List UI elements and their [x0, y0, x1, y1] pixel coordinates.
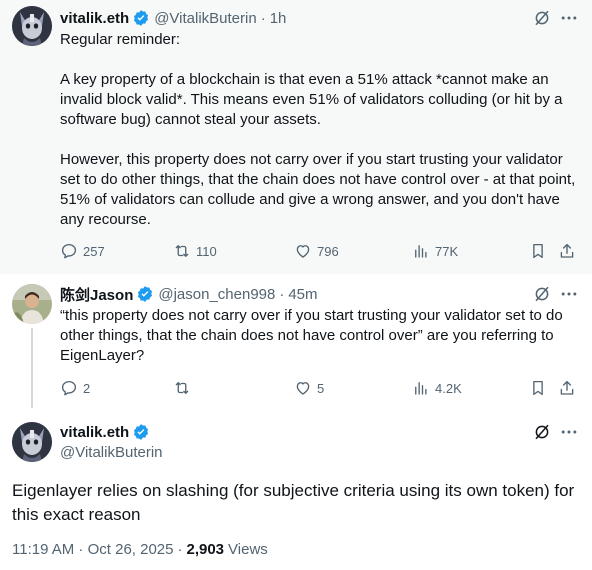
bookmark-icon: [533, 243, 543, 259]
grok-icon[interactable]: [533, 423, 551, 441]
thread-connector-line: [31, 328, 33, 408]
more-options-icon[interactable]: [559, 422, 579, 442]
bookmark-button[interactable]: [529, 378, 547, 398]
repost-button[interactable]: [173, 378, 196, 398]
analytics-icon: [415, 245, 427, 258]
repost-icon: [175, 382, 189, 394]
timestamp[interactable]: 1h: [270, 10, 287, 27]
views-count: 2,903: [186, 541, 225, 558]
share-icon: [560, 380, 574, 395]
avatar-jason[interactable]: [12, 284, 52, 324]
tweet-jason-reply[interactable]: 陈剑Jason @jason_chen998 · 45m “this prope…: [0, 274, 592, 408]
heart-icon: [296, 245, 310, 258]
verified-badge-icon: [132, 423, 150, 441]
tweet-text: “this property does not carry over if yo…: [60, 307, 563, 364]
verified-badge-icon: [136, 285, 154, 303]
tweet-paragraph: However, this property does not carry ov…: [60, 151, 576, 228]
repost-button[interactable]: 110: [173, 241, 217, 261]
reply-count: 2: [83, 380, 91, 396]
tweet-text: Eigenlayer relies on slashing (for subje…: [12, 481, 575, 524]
grok-icon[interactable]: [533, 9, 551, 27]
share-button[interactable]: [558, 241, 576, 261]
like-count: 5: [317, 380, 325, 396]
tweet-header: vitalik.eth @VitalikButerin · 1h: [60, 8, 286, 28]
more-options-icon[interactable]: [559, 8, 579, 28]
separator-dot: ·: [260, 9, 266, 27]
tweet-meta: 11:19 AM · Oct 26, 2025 · 2,903 Views: [12, 541, 268, 558]
tweet-body: Eigenlayer relies on slashing (for subje…: [12, 479, 582, 527]
like-button[interactable]: 796: [294, 241, 339, 261]
display-name[interactable]: vitalik.eth: [60, 10, 129, 27]
like-count: 796: [317, 243, 339, 259]
more-options-icon[interactable]: [559, 284, 579, 304]
tweet-paragraph: A key property of a blockchain is that e…: [60, 71, 563, 128]
avatar-vitalik[interactable]: [12, 6, 52, 46]
views-count: 4.2K: [435, 380, 462, 396]
share-icon: [560, 243, 574, 258]
reply-button[interactable]: 257: [60, 241, 105, 261]
tweet-header: vitalik.eth: [60, 422, 154, 442]
handle[interactable]: @VitalikButerin: [154, 10, 257, 27]
views-label: Views: [228, 541, 268, 558]
like-button[interactable]: 5: [294, 378, 324, 398]
analytics-icon: [415, 382, 427, 395]
repost-icon: [175, 245, 189, 257]
reply-icon: [61, 243, 77, 259]
avatar-vitalik[interactable]: [12, 422, 52, 462]
handle-row: @VitalikButerin: [60, 442, 163, 462]
tweet-header: 陈剑Jason @jason_chen998 · 45m: [60, 284, 318, 304]
views-count: 77K: [435, 243, 459, 259]
tweet-body: Regular reminder: A key property of a bl…: [60, 30, 580, 230]
action-bar: 257 110 796 77K: [60, 241, 580, 261]
views-button[interactable]: 4.2K: [412, 378, 462, 398]
verified-badge-icon: [132, 9, 150, 27]
share-button[interactable]: [558, 378, 576, 398]
tweet-vitalik-focused-reply[interactable]: vitalik.eth @VitalikButerin Eigenlayer r…: [0, 408, 592, 570]
bookmark-button[interactable]: [529, 241, 547, 261]
display-name[interactable]: 陈剑Jason: [60, 284, 133, 305]
tweet-vitalik-original[interactable]: vitalik.eth @VitalikButerin · 1h Regular…: [0, 0, 592, 274]
grok-icon[interactable]: [533, 285, 551, 303]
repost-count: 110: [196, 243, 217, 259]
tweet-body: “this property does not carry over if yo…: [60, 306, 580, 366]
reply-button[interactable]: 2: [60, 378, 90, 398]
heart-icon: [296, 382, 310, 395]
display-name[interactable]: vitalik.eth: [60, 424, 129, 441]
timestamp[interactable]: 11:19 AM · Oct 26, 2025: [12, 541, 173, 558]
separator-dot: ·: [279, 285, 285, 303]
reply-icon: [61, 380, 77, 396]
handle[interactable]: @jason_chen998: [158, 286, 275, 303]
views-button[interactable]: 77K: [412, 241, 458, 261]
timestamp[interactable]: 45m: [288, 286, 317, 303]
action-bar: 2 5 4.2K: [60, 378, 580, 398]
separator-dot: ·: [177, 541, 183, 558]
reply-count: 257: [83, 243, 105, 259]
bookmark-icon: [533, 380, 543, 396]
tweet-paragraph: Regular reminder:: [60, 31, 181, 48]
handle[interactable]: @VitalikButerin: [60, 444, 163, 461]
